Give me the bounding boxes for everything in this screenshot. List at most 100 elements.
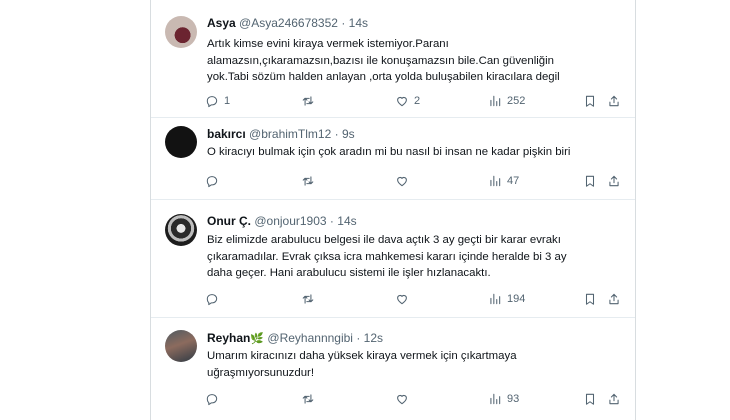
tweet-text-line: çıkaramadılar. Evrak çıksa icra mahkemes… bbox=[207, 250, 567, 263]
separator: · bbox=[334, 127, 339, 141]
retweet-icon bbox=[301, 292, 315, 306]
views-button[interactable]: 47 bbox=[488, 173, 519, 189]
bookmark-icon bbox=[583, 292, 597, 306]
tweet-text-line: Biz elimizde arabulucu belgesi ile dava … bbox=[207, 234, 561, 246]
share-button[interactable] bbox=[607, 291, 621, 307]
tweet-header: Reyhan🌿 @Reyhannngibi · 12s bbox=[207, 331, 383, 345]
tweet-text-line: Umarım kiracınızı daha yüksek kiraya ver… bbox=[207, 350, 517, 362]
tweet[interactable]: bakırcı @brahimTlm12 · 9s O kiracıyı bul… bbox=[151, 118, 635, 200]
action-bar: 47 bbox=[205, 173, 625, 189]
reply-icon bbox=[205, 94, 219, 108]
reply-button[interactable] bbox=[205, 391, 219, 407]
share-button[interactable] bbox=[607, 173, 621, 189]
heart-icon bbox=[395, 174, 409, 188]
reply-icon bbox=[205, 392, 219, 406]
avatar[interactable] bbox=[165, 126, 197, 158]
action-bar: 1 2 252 bbox=[205, 93, 625, 109]
heart-icon bbox=[395, 392, 409, 406]
author-handle[interactable]: @Asya246678352 bbox=[239, 16, 338, 30]
heart-icon bbox=[395, 292, 409, 306]
reply-button[interactable] bbox=[205, 291, 219, 307]
separator: · bbox=[329, 214, 334, 228]
like-button[interactable] bbox=[395, 173, 409, 189]
views-button[interactable]: 252 bbox=[488, 93, 525, 109]
action-bar: 93 bbox=[205, 391, 625, 407]
timeline: Asya @Asya246678352 · 14s Artık kimse ev… bbox=[150, 0, 636, 420]
views-icon bbox=[488, 174, 502, 188]
views-count: 93 bbox=[507, 393, 520, 405]
author-handle[interactable]: @onjour1903 bbox=[254, 214, 326, 228]
avatar[interactable] bbox=[165, 214, 197, 246]
share-icon bbox=[607, 292, 621, 306]
reply-button[interactable]: 1 bbox=[205, 93, 230, 109]
views-count: 47 bbox=[507, 175, 520, 187]
bookmark-icon bbox=[583, 94, 597, 108]
separator: · bbox=[356, 331, 361, 345]
views-icon bbox=[488, 94, 502, 108]
tweet-header: Asya @Asya246678352 · 14s bbox=[207, 16, 368, 30]
share-icon bbox=[607, 94, 621, 108]
retweet-button[interactable] bbox=[301, 173, 315, 189]
views-button[interactable]: 93 bbox=[488, 391, 519, 407]
timestamp[interactable]: 9s bbox=[342, 127, 355, 141]
tweet-text: Artık kimse evini kiraya vermek istemiyo… bbox=[207, 36, 627, 86]
views-count: 194 bbox=[507, 293, 526, 305]
bookmark-button[interactable] bbox=[583, 173, 597, 189]
tweet[interactable]: Reyhan🌿 @Reyhannngibi · 12s Umarım kirac… bbox=[151, 318, 635, 420]
author-handle[interactable]: @brahimTlm12 bbox=[249, 127, 331, 141]
bookmark-icon bbox=[583, 174, 597, 188]
share-button[interactable] bbox=[607, 391, 621, 407]
retweet-button[interactable] bbox=[301, 291, 315, 307]
tweet-text: Umarım kiracınızı daha yüksek kiraya ver… bbox=[207, 348, 627, 381]
bookmark-button[interactable] bbox=[583, 291, 597, 307]
retweet-button[interactable] bbox=[301, 93, 315, 109]
reply-icon bbox=[205, 292, 219, 306]
bookmark-icon bbox=[583, 392, 597, 406]
author-name[interactable]: Asya bbox=[207, 16, 236, 30]
retweet-button[interactable] bbox=[301, 391, 315, 407]
reply-button[interactable] bbox=[205, 173, 219, 189]
views-count: 252 bbox=[507, 95, 526, 107]
timestamp[interactable]: 12s bbox=[364, 331, 383, 345]
retweet-icon bbox=[301, 174, 315, 188]
author-name[interactable]: bakırcı bbox=[207, 127, 246, 141]
tweet[interactable]: Asya @Asya246678352 · 14s Artık kimse ev… bbox=[151, 0, 635, 118]
avatar[interactable] bbox=[165, 16, 197, 48]
like-count: 2 bbox=[414, 95, 421, 107]
separator: · bbox=[341, 16, 346, 30]
share-icon bbox=[607, 392, 621, 406]
views-button[interactable]: 194 bbox=[488, 291, 525, 307]
timestamp[interactable]: 14s bbox=[349, 16, 368, 30]
tweet-text-line: yok.Tabi sözüm halden anlayan ,orta yold… bbox=[207, 71, 560, 83]
retweet-icon bbox=[301, 94, 315, 108]
share-button[interactable] bbox=[607, 93, 621, 109]
tweet-text: O kiracıyı bulmak için çok aradın mi bu … bbox=[207, 144, 627, 161]
like-button[interactable] bbox=[395, 291, 409, 307]
like-button[interactable]: 2 bbox=[395, 93, 420, 109]
timestamp[interactable]: 14s bbox=[337, 214, 356, 228]
bookmark-button[interactable] bbox=[583, 93, 597, 109]
reply-count: 1 bbox=[224, 95, 231, 107]
tweet-text-line: daha geçer. Hani arabulucu sistemi ile i… bbox=[207, 267, 491, 279]
leaf-emoji: 🌿 bbox=[250, 333, 265, 345]
views-icon bbox=[488, 392, 502, 406]
views-icon bbox=[488, 292, 502, 306]
tweet-text-line: alamazsın,çıkaramazsın,bazısı ile konuşa… bbox=[207, 54, 554, 67]
author-name[interactable]: Onur Ç. bbox=[207, 214, 251, 228]
author-name[interactable]: Reyhan bbox=[207, 331, 250, 345]
author-handle[interactable]: @Reyhannngibi bbox=[267, 331, 353, 345]
tweet-header: bakırcı @brahimTlm12 · 9s bbox=[207, 127, 355, 141]
share-icon bbox=[607, 174, 621, 188]
retweet-icon bbox=[301, 392, 315, 406]
reply-icon bbox=[205, 174, 219, 188]
like-button[interactable] bbox=[395, 391, 409, 407]
avatar[interactable] bbox=[165, 330, 197, 362]
tweet[interactable]: Onur Ç. @onjour1903 · 14s Biz elimizde a… bbox=[151, 200, 635, 318]
tweet-text-line: O kiracıyı bulmak için çok aradın mi bu … bbox=[207, 146, 571, 158]
tweet-text-line: uğraşmıyorsunuzdur! bbox=[207, 366, 314, 379]
tweet-text: Biz elimizde arabulucu belgesi ile dava … bbox=[207, 232, 627, 282]
action-bar: 194 bbox=[205, 291, 625, 307]
bookmark-button[interactable] bbox=[583, 391, 597, 407]
tweet-text-line: Artık kimse evini kiraya vermek istemiyo… bbox=[207, 38, 449, 50]
tweet-header: Onur Ç. @onjour1903 · 14s bbox=[207, 214, 357, 228]
